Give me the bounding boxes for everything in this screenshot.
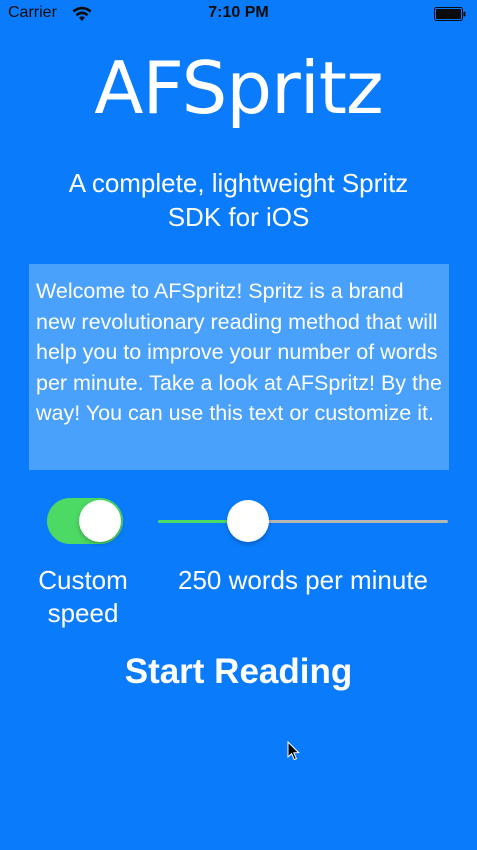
status-bar: Carrier 7:10 PM — [0, 0, 477, 28]
reading-text-view[interactable]: Welcome to AFSpritz! Spritz is a brand n… — [29, 264, 449, 470]
speed-slider[interactable] — [158, 500, 448, 542]
toggle-knob[interactable] — [79, 500, 121, 542]
words-per-minute-label: 250 words per minute — [177, 565, 429, 595]
slider-thumb[interactable] — [227, 500, 270, 542]
battery-icon — [434, 7, 466, 21]
app-title: AFSpritz — [94, 46, 383, 130]
slider-track-max — [248, 520, 448, 523]
mouse-cursor-icon — [287, 741, 300, 761]
custom-speed-label: Custom speed — [38, 565, 128, 628]
custom-speed-toggle[interactable] — [47, 498, 123, 544]
app-subtitle: A complete, lightweight Spritz SDK for i… — [68, 168, 409, 232]
status-time: 7:10 PM — [208, 4, 269, 21]
start-reading-button[interactable]: Start Reading — [60, 648, 417, 696]
